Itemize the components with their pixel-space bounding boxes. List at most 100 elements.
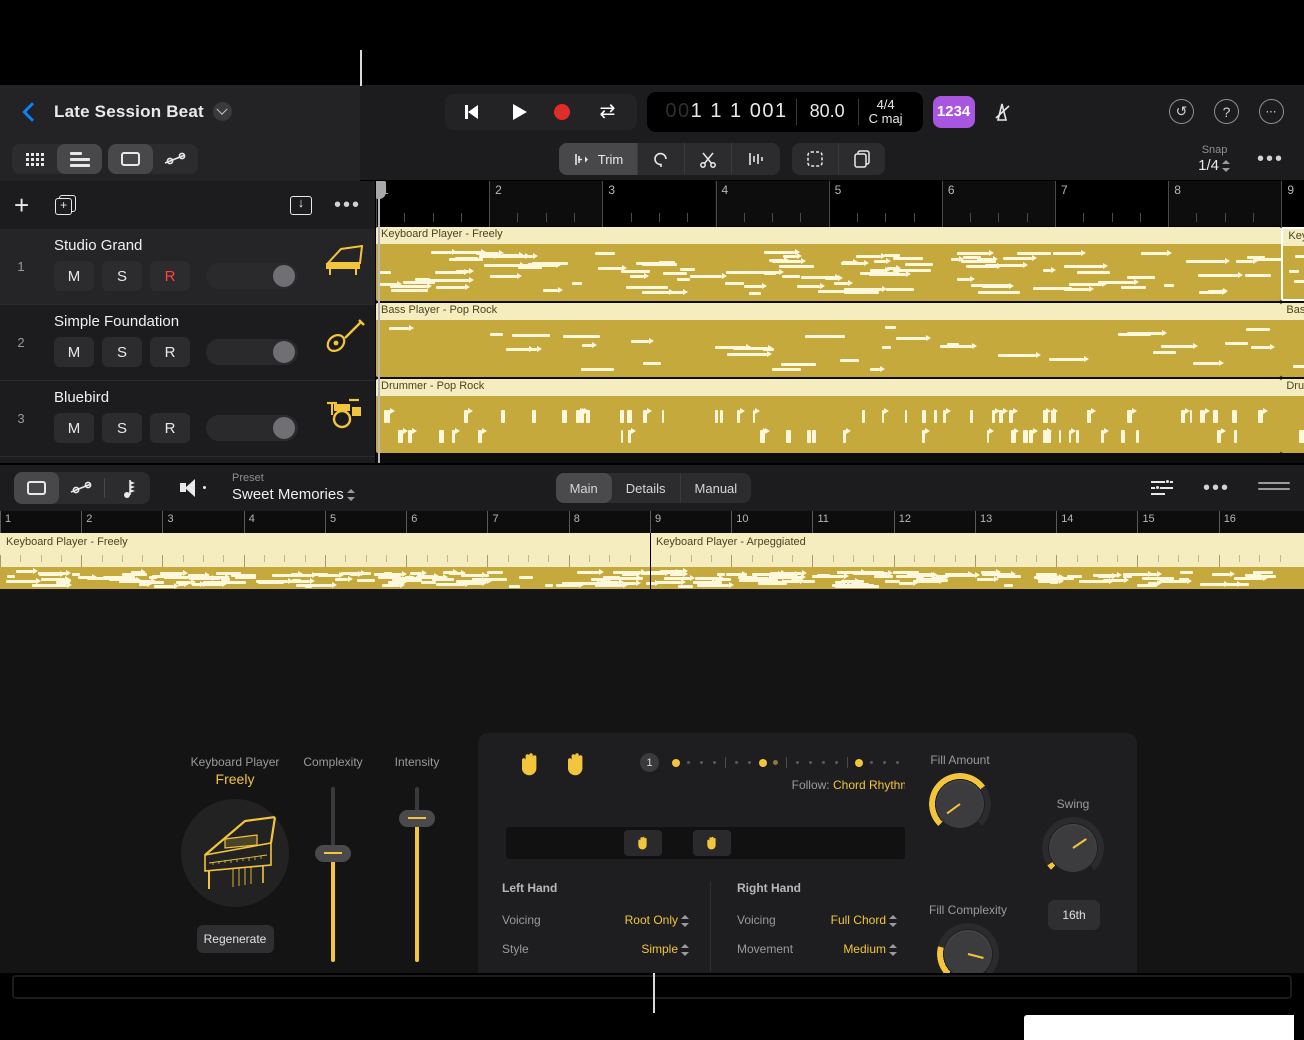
rhythm-step-dots[interactable] [669,757,904,768]
rhythm-step-dot[interactable] [817,761,830,764]
editor-automation-icon[interactable] [59,472,104,504]
fill-complexity-knob[interactable] [937,923,999,973]
track-header-row-3[interactable]: 3 Bluebird M S R [0,381,375,457]
volume-knob[interactable] [273,417,295,439]
metronome-icon[interactable] [985,96,1019,128]
preset-control[interactable]: Preset Sweet Memories [232,472,356,503]
arrange-region[interactable]: Drummer - Pop Rock [376,379,1282,453]
intensity-slider[interactable]: Intensity [372,755,462,962]
complexity-handle[interactable] [315,844,351,862]
region-mode-icon[interactable] [108,144,153,174]
import-icon[interactable] [289,195,312,215]
rhythm-step-dot[interactable] [891,761,904,764]
count-in-button[interactable]: 1234 [932,95,975,128]
drag-handle-icon[interactable] [1257,482,1290,494]
chevron-down-icon[interactable] [212,102,232,121]
editor-region-icon[interactable] [14,472,59,504]
volume-knob[interactable] [273,341,295,363]
rhythm-step-dot[interactable] [682,761,695,764]
lcd-display[interactable]: 001 1 1 001 80.0 4/4 C maj [647,91,923,132]
follow-value[interactable]: Chord Rhythm [833,778,910,792]
arrange-region[interactable]: Keyboard Player - Freely [376,227,1282,301]
solo-button[interactable]: S [102,261,142,291]
lh-style-stepper-icon[interactable] [681,943,690,957]
right-hand-icon[interactable] [564,751,590,785]
tool-scissors[interactable] [685,143,733,175]
rh-movement-stepper-icon[interactable] [889,943,898,957]
right-hand-movement-value[interactable]: Medium [843,942,898,957]
intensity-track[interactable] [399,787,435,962]
arrange-region[interactable]: Bass Player - Pop Songwriter [1281,303,1304,377]
undo-icon[interactable]: ↺ [1169,99,1194,124]
tool-trim[interactable]: Trim [558,143,639,175]
left-hand-voicing-value[interactable]: Root Only [625,913,690,928]
preset-stepper-icon[interactable] [346,488,356,502]
grand-piano-circle-icon[interactable] [181,799,289,907]
mute-button[interactable]: M [54,337,94,367]
arrange-regions[interactable]: Keyboard Player - FreelyKeyboard Player … [376,227,1304,463]
arrange-region[interactable]: Bass Player - Pop Rock [376,303,1282,377]
track-header-row-2[interactable]: 2 Simple Foundation M S R [0,305,375,381]
help-icon[interactable]: ? [1214,99,1239,124]
browser-icon[interactable] [12,144,57,174]
record-enable-button[interactable]: R [150,413,190,443]
tab-details[interactable]: Details [612,473,681,503]
right-hand-step-icon[interactable] [693,830,731,856]
complexity-track[interactable] [315,787,351,962]
editor-score-icon[interactable] [105,472,150,504]
snap-stepper-icon[interactable] [1221,159,1231,173]
record-icon[interactable] [551,101,575,123]
rhythm-step-dot[interactable] [830,761,843,764]
left-hand-icon[interactable] [518,751,544,785]
tool-loop[interactable] [638,143,686,175]
tool-copy[interactable] [839,143,885,175]
record-enable-button[interactable]: R [150,337,190,367]
track-header-row-1[interactable]: 1 Studio Grand M S R [0,229,375,305]
complexity-slider[interactable]: Complexity [288,755,378,962]
playhead-handle[interactable] [376,181,386,199]
arrange-region[interactable]: Keyboard Player - Arpeggiated [1281,227,1304,301]
volume-slider[interactable] [206,339,298,365]
arrange-region[interactable]: Drummer - Pop Songwriter [1281,379,1304,453]
rhythm-step-dot[interactable] [708,761,721,764]
mute-button[interactable]: M [54,261,94,291]
solo-button[interactable]: S [102,337,142,367]
left-hand-style-value[interactable]: Simple [641,942,690,957]
speaker-icon[interactable] [180,478,206,498]
solo-button[interactable]: S [102,413,142,443]
mute-button[interactable]: M [54,413,94,443]
volume-slider[interactable] [206,263,298,289]
pattern-number-badge[interactable]: 1 [640,753,659,772]
lh-voicing-stepper-icon[interactable] [681,914,690,928]
track-more-icon[interactable]: ••• [334,195,361,215]
right-hand-voicing-value[interactable]: Full Chord [831,913,898,928]
tab-main[interactable]: Main [555,473,612,503]
rhythm-step-dot[interactable] [669,758,682,767]
volume-knob[interactable] [273,265,295,287]
rhythm-step-dot[interactable] [730,761,743,764]
left-hand-step-icon[interactable] [624,830,662,856]
tool-fade[interactable] [732,143,780,175]
playhead[interactable] [376,181,386,463]
rhythm-step-dot[interactable] [743,761,756,764]
rhythm-step-dot[interactable] [804,761,817,764]
rewind-icon[interactable] [463,101,487,123]
hand-step-strip[interactable] [506,827,906,859]
automation-mode-icon[interactable] [153,144,198,174]
rhythm-step-dot[interactable] [852,758,865,767]
swing-knob[interactable] [1042,817,1104,879]
regenerate-button[interactable]: Regenerate [196,925,274,953]
tab-manual[interactable]: Manual [681,473,752,503]
editor-more-icon[interactable]: ••• [1203,478,1230,498]
cycle-icon[interactable]: ⇄ [595,101,619,123]
arrange-ruler[interactable]: 123456789 [376,181,1304,227]
record-enable-button[interactable]: R [150,261,190,291]
fill-amount-knob[interactable] [929,773,991,835]
rh-voicing-stepper-icon[interactable] [889,914,898,928]
swing-division-button[interactable]: 16th [1048,900,1100,930]
rhythm-step-dot[interactable] [865,761,878,764]
volume-slider[interactable] [206,415,298,441]
editor-ruler[interactable]: 1 2 3 4 5 6 7 8 9 10 11 12 13 14 15 16 [0,511,1304,533]
back-chevron-icon[interactable] [18,101,40,123]
snap-control[interactable]: Snap 1/4 [1198,144,1231,174]
